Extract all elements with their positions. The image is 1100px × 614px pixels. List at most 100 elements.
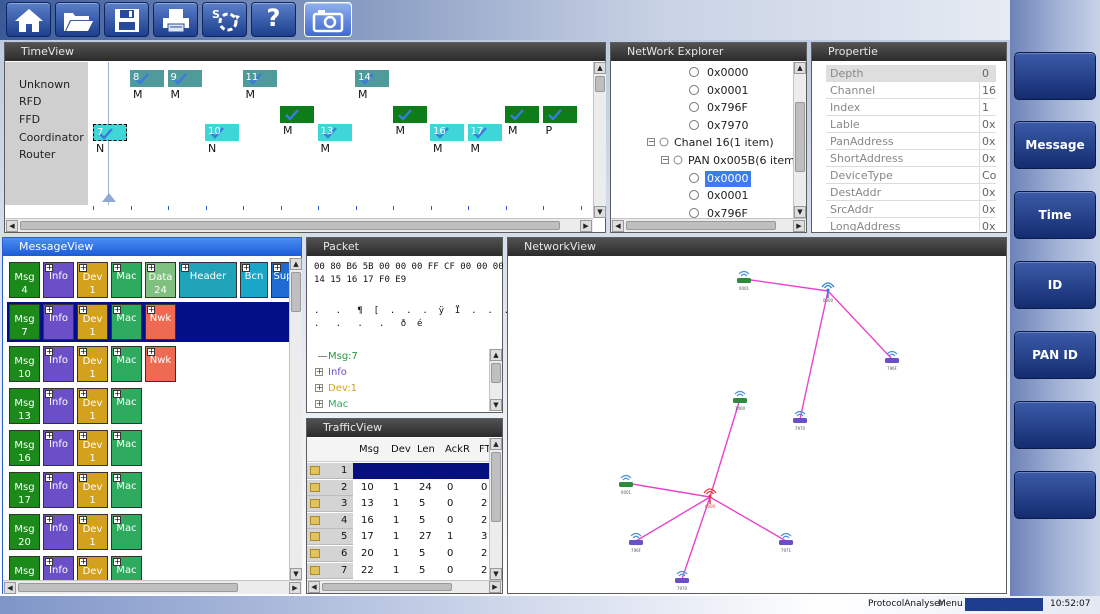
message-segment[interactable]: + Bcn <box>240 262 268 298</box>
sidebar-button-pan-id[interactable]: PAN ID <box>1014 331 1096 379</box>
scroll-up-arrow-icon[interactable]: ▲ <box>490 349 502 361</box>
message-row[interactable]: Msg 7 + Info + Dev 1 + Mac + Nwk <box>7 302 289 342</box>
msg-block[interactable]: Msg 17 <box>9 472 40 508</box>
traffic-row[interactable]: 1 7 1 28 0 2 <box>307 463 489 479</box>
time-item[interactable]: 8 <box>130 70 164 87</box>
scroll-right-arrow-icon[interactable]: ▶ <box>793 220 805 232</box>
expand-plus-icon[interactable]: + <box>113 432 121 440</box>
scroll-left-arrow-icon[interactable]: ◀ <box>4 582 16 594</box>
traffic-hscroll[interactable]: ◀ ▶ <box>307 580 502 593</box>
traffic-vscroll[interactable]: ▲ ▼ <box>489 438 502 580</box>
tree-item[interactable]: 0x796F <box>611 100 793 116</box>
time-item[interactable]: 17 <box>467 124 502 141</box>
network-node[interactable]: 1400 <box>733 390 747 412</box>
message-row[interactable]: Msg 17 + Info + Dev 1 + Mac <box>7 470 289 510</box>
messageview-hscroll[interactable]: ◀ ▶ <box>3 580 302 594</box>
expand-plus-icon[interactable]: + <box>113 264 121 272</box>
sidebar-button-7[interactable] <box>1014 471 1096 519</box>
expand-plus-icon[interactable]: + <box>79 558 87 566</box>
print-button[interactable] <box>153 2 198 37</box>
expand-plus-icon[interactable]: + <box>79 474 87 482</box>
open-button[interactable] <box>55 2 100 37</box>
scroll-left-arrow-icon[interactable]: ◀ <box>308 581 320 593</box>
property-row[interactable]: ShortAddress 0x <box>826 150 996 167</box>
traffic-row[interactable]: 3 13 1 5 0 2 <box>307 496 489 513</box>
scroll-up-arrow-icon[interactable]: ▲ <box>490 438 502 450</box>
scroll-thumb[interactable] <box>795 102 805 172</box>
save-button[interactable] <box>104 2 149 37</box>
sidebar-button-1[interactable] <box>1014 52 1096 100</box>
property-row[interactable]: DeviceType Co <box>826 167 996 184</box>
scroll-thumb[interactable] <box>491 363 501 383</box>
scroll-thumb[interactable] <box>291 272 301 312</box>
messageview-vscroll[interactable]: ▲ ▼ <box>289 258 302 580</box>
message-segment[interactable]: + Info <box>43 262 74 298</box>
time-item[interactable]: 13 <box>317 124 352 141</box>
explorer-hscroll[interactable]: ◀ ▶ <box>611 218 806 232</box>
message-segment[interactable]: +Dev1 <box>77 388 108 424</box>
expand-plus-icon[interactable]: + <box>79 264 87 272</box>
message-row[interactable]: Msg22+Info+Dev1+Mac <box>7 554 289 580</box>
status-menu[interactable]: Menu <box>938 599 963 609</box>
expand-plus-icon[interactable]: + <box>113 306 121 314</box>
message-segment[interactable]: + Header <box>179 262 237 298</box>
message-segment[interactable]: + Info <box>43 556 74 580</box>
scroll-thumb[interactable] <box>20 221 560 230</box>
expand-plus-icon[interactable]: + <box>45 348 53 356</box>
packet-vscroll[interactable]: ▲ ▼ <box>489 349 502 411</box>
expand-plus-icon[interactable]: + <box>181 264 189 272</box>
time-item[interactable]: 7 <box>93 124 127 141</box>
scroll-thumb[interactable] <box>18 583 238 592</box>
time-item[interactable] <box>280 106 314 123</box>
scroll-right-arrow-icon[interactable]: ▶ <box>489 581 501 593</box>
message-segment[interactable]: +Dev1 <box>77 514 108 550</box>
message-segment[interactable]: +Dev1 <box>77 262 108 298</box>
property-row[interactable]: Channel 16 <box>826 82 996 99</box>
network-node[interactable]: 7970 <box>675 570 689 592</box>
property-row[interactable]: Index 1 <box>826 99 996 116</box>
message-segment[interactable]: + Mac <box>111 304 142 340</box>
traffic-column-header[interactable]: Dev <box>391 444 411 455</box>
message-segment[interactable]: + Mac <box>111 472 142 508</box>
traffic-row[interactable]: 2 10 1 24 0 0 <box>307 479 489 496</box>
time-item[interactable] <box>542 106 577 123</box>
expand-plus-icon[interactable]: + <box>79 432 87 440</box>
property-row[interactable]: LongAddress 0x <box>826 218 996 231</box>
network-node[interactable]: 0001 <box>737 270 751 292</box>
expand-plus-icon[interactable]: + <box>45 432 53 440</box>
message-segment[interactable]: + Info <box>43 346 74 382</box>
packet-tree-item[interactable]: Msg:7 <box>313 349 483 364</box>
scroll-up-arrow-icon[interactable]: ▲ <box>794 62 806 74</box>
collapse-icon[interactable]: − <box>661 156 669 164</box>
time-item[interactable]: 11 <box>242 70 277 87</box>
message-segment[interactable]: + Data 24 <box>145 262 176 298</box>
msg-block[interactable]: Msg 20 <box>9 514 40 550</box>
tree-item[interactable]: 0x0001 <box>611 188 793 204</box>
scroll-left-arrow-icon[interactable]: ◀ <box>6 220 18 232</box>
message-segment[interactable]: + Mac <box>111 556 142 580</box>
scroll-thumb[interactable] <box>491 452 501 522</box>
msg-block[interactable]: Msg 10 <box>9 346 40 382</box>
capture-settings-button[interactable]: S <box>202 2 247 37</box>
message-segment[interactable]: +SuperF <box>271 262 289 298</box>
expand-plus-icon[interactable]: + <box>79 390 87 398</box>
timeview-hscroll[interactable]: ◀ ▶ <box>5 218 593 232</box>
scroll-down-arrow-icon[interactable]: ▼ <box>794 206 806 218</box>
timeline-area[interactable]: 8 M 9 M 11 M 14 M M M M P 7 N 10 N 13 M 16 M 17 M <box>89 62 593 205</box>
sidebar-button-6[interactable] <box>1014 401 1096 449</box>
timeview-vscroll[interactable]: ▲ ▼ <box>593 62 606 218</box>
time-item[interactable]: 10 <box>205 124 239 141</box>
scroll-thumb[interactable] <box>626 221 776 230</box>
message-segment[interactable]: +Dev1 <box>77 304 108 340</box>
message-segment[interactable]: + Nwk <box>145 304 176 340</box>
message-segment[interactable]: + Info <box>43 514 74 550</box>
tree-item[interactable]: 0x0001 <box>611 83 793 99</box>
scroll-up-arrow-icon[interactable]: ▲ <box>290 258 302 270</box>
help-button[interactable]: ? <box>251 2 296 37</box>
traffic-row[interactable]: 7 22 1 5 0 2 <box>307 562 489 579</box>
property-row[interactable]: Depth 0 <box>826 65 996 82</box>
sidebar-button-message[interactable]: Message <box>1014 121 1096 169</box>
scroll-right-arrow-icon[interactable]: ▶ <box>580 220 592 232</box>
expand-plus-icon[interactable]: + <box>147 348 155 356</box>
traffic-column-header[interactable]: AckR <box>445 444 470 455</box>
